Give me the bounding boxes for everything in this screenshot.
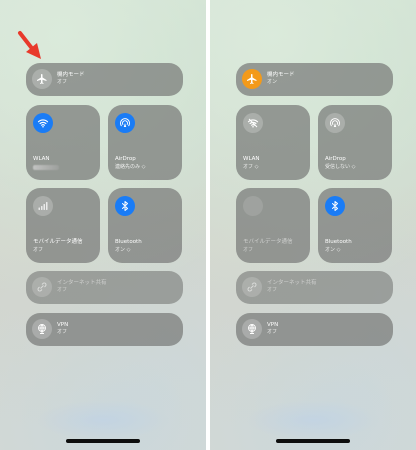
internet-sharing-label: インターネット共有	[267, 280, 317, 286]
airplane-mode-label: 機内モード	[57, 72, 85, 78]
airplane-icon	[37, 74, 47, 84]
airdrop-label: AirDrop	[325, 156, 346, 162]
control-center-panel-before: 機内モード オフ WLAN AirDrop 連絡先のみ ◇ モバイルデータ通信 …	[0, 0, 206, 450]
wlan-tile[interactable]: WLAN オフ ◇	[236, 105, 310, 180]
vpn-label: VPN	[267, 322, 279, 328]
wlan-toggle[interactable]	[243, 113, 263, 133]
red-arrow-annotation	[18, 31, 41, 59]
globe-icon	[38, 324, 46, 334]
control-center-panel-after: 機内モード オン WLAN オフ ◇ AirDrop 受信しない ◇ モバイルデ…	[210, 0, 416, 450]
wlan-status: オフ ◇	[243, 164, 259, 170]
cellular-toggle[interactable]	[243, 196, 263, 216]
cellular-label: モバイルデータ通信	[243, 239, 293, 245]
wlan-toggle[interactable]	[33, 113, 53, 133]
airdrop-toggle[interactable]	[325, 113, 345, 133]
internet-sharing-status: オフ	[267, 287, 278, 293]
cellular-status: オフ	[33, 247, 44, 253]
vpn-toggle[interactable]	[242, 319, 262, 339]
airdrop-status: 連絡先のみ ◇	[115, 164, 146, 170]
vpn-status: オフ	[267, 329, 278, 335]
airdrop-tile[interactable]: AirDrop 受信しない ◇	[318, 105, 392, 180]
wifi-icon	[247, 118, 259, 128]
airdrop-icon	[330, 118, 340, 127]
airplane-mode-label: 機内モード	[267, 72, 295, 78]
airplane-toggle[interactable]	[242, 69, 262, 89]
bluetooth-status: オン ◇	[115, 247, 131, 253]
bluetooth-icon	[122, 201, 128, 211]
airplane-mode-tile[interactable]: 機内モード オフ	[26, 63, 183, 96]
internet-sharing-status: オフ	[57, 287, 68, 293]
internet-sharing-tile[interactable]: インターネット共有 オフ	[26, 271, 183, 304]
vpn-tile[interactable]: VPN オフ	[236, 313, 393, 346]
vpn-label: VPN	[57, 322, 69, 328]
cellular-label: モバイルデータ通信	[33, 239, 83, 245]
link-icon	[37, 282, 47, 292]
vpn-tile[interactable]: VPN オフ	[26, 313, 183, 346]
bluetooth-label: Bluetooth	[325, 239, 352, 245]
wlan-label: WLAN	[33, 156, 50, 162]
home-indicator[interactable]	[66, 439, 140, 443]
airdrop-icon	[120, 118, 130, 127]
globe-icon	[248, 324, 256, 334]
antenna-icon	[38, 202, 48, 210]
internet-sharing-toggle[interactable]	[242, 277, 262, 297]
wlan-tile[interactable]: WLAN	[26, 105, 100, 180]
airplane-icon	[247, 74, 257, 84]
bluetooth-toggle[interactable]	[115, 196, 135, 216]
bluetooth-tile[interactable]: Bluetooth オン ◇	[108, 188, 182, 263]
airplane-mode-status: オフ	[57, 79, 68, 85]
vpn-toggle[interactable]	[32, 319, 52, 339]
airdrop-tile[interactable]: AirDrop 連絡先のみ ◇	[108, 105, 182, 180]
bluetooth-tile[interactable]: Bluetooth オン ◇	[318, 188, 392, 263]
wlan-network-redacted	[33, 164, 59, 172]
bluetooth-toggle[interactable]	[325, 196, 345, 216]
bluetooth-icon	[332, 201, 338, 211]
cellular-status: オフ	[243, 247, 254, 253]
home-indicator[interactable]	[276, 439, 350, 443]
cellular-toggle[interactable]	[33, 196, 53, 216]
cellular-data-tile[interactable]: モバイルデータ通信 オフ	[26, 188, 100, 263]
bluetooth-label: Bluetooth	[115, 239, 142, 245]
airplane-toggle[interactable]	[32, 69, 52, 89]
airplane-mode-status: オン	[267, 79, 278, 85]
internet-sharing-tile[interactable]: インターネット共有 オフ	[236, 271, 393, 304]
airdrop-toggle[interactable]	[115, 113, 135, 133]
wifi-icon	[37, 119, 49, 128]
wlan-label: WLAN	[243, 156, 260, 162]
internet-sharing-label: インターネット共有	[57, 280, 107, 286]
airplane-mode-tile[interactable]: 機内モード オン	[236, 63, 393, 96]
bluetooth-status: オン ◇	[325, 247, 341, 253]
airdrop-label: AirDrop	[115, 156, 136, 162]
internet-sharing-toggle[interactable]	[32, 277, 52, 297]
airdrop-status: 受信しない ◇	[325, 164, 356, 170]
vpn-status: オフ	[57, 329, 68, 335]
cellular-data-tile[interactable]: モバイルデータ通信 オフ	[236, 188, 310, 263]
link-icon	[247, 282, 257, 292]
